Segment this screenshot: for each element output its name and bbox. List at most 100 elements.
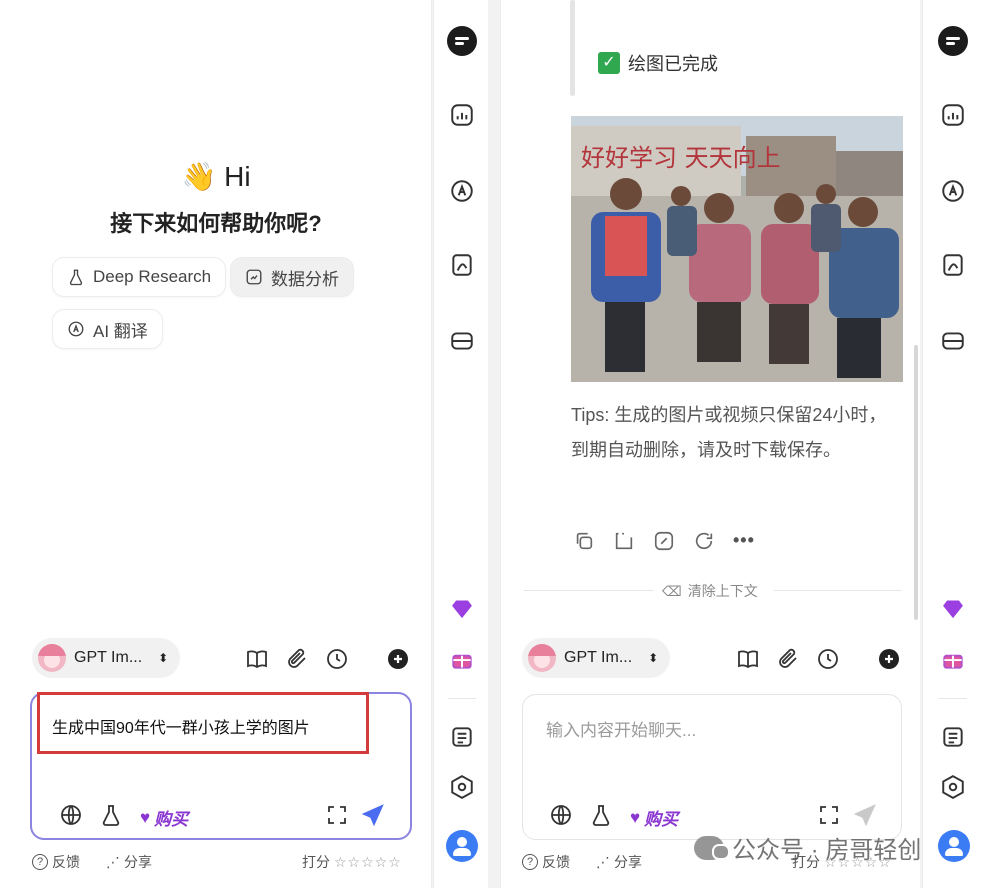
scrollbar[interactable]	[914, 345, 918, 620]
model-avatar	[528, 644, 556, 672]
vip-icon[interactable]	[447, 594, 477, 624]
translate-icon[interactable]	[938, 176, 968, 206]
feedback-link[interactable]: ? 反馈	[32, 852, 80, 872]
updown-icon: ⬍	[158, 651, 169, 665]
generated-image-drawing: 好好学习 天天向上	[571, 116, 903, 382]
new-chat-icon[interactable]	[385, 646, 411, 672]
notes-icon[interactable]	[447, 722, 477, 752]
divider-left	[524, 590, 654, 591]
edit-icon[interactable]	[653, 530, 677, 554]
book-icon[interactable]	[244, 646, 270, 672]
rail-divider	[448, 698, 476, 699]
chip-ai-translate[interactable]: AI 翻译	[52, 309, 163, 349]
clear-context-button[interactable]: ⌫ 清除上下文	[662, 581, 758, 601]
translate-icon	[68, 321, 84, 337]
send-icon[interactable]	[360, 802, 386, 828]
model-selector[interactable]: GPT Im... ⬍	[522, 638, 671, 678]
rating[interactable]: 打分 ☆☆☆☆☆	[302, 852, 402, 872]
right-sidebar-rail	[922, 0, 988, 888]
gift-icon[interactable]	[447, 644, 477, 674]
chat-icon[interactable]	[447, 26, 477, 56]
greeting: 👋 Hi	[0, 160, 432, 193]
chip-label: Deep Research	[93, 267, 212, 286]
model-name: GPT Im...	[74, 649, 143, 666]
diamond-icon: ♥	[630, 807, 641, 827]
flask-icon[interactable]	[98, 802, 124, 828]
history-icon[interactable]	[324, 646, 350, 672]
updown-icon: ⬍	[648, 651, 659, 665]
vip-icon[interactable]	[938, 594, 968, 624]
feedback-link[interactable]: ? 反馈	[522, 852, 570, 872]
new-chat-icon[interactable]	[876, 646, 902, 672]
share-link[interactable]: ⋰ 分享	[106, 852, 152, 872]
globe-icon[interactable]	[548, 802, 574, 828]
clear-context-label: 清除上下文	[687, 583, 758, 599]
model-name: GPT Im...	[564, 649, 633, 666]
chip-data-analysis[interactable]: 数据分析	[230, 257, 354, 297]
globe-icon[interactable]	[58, 802, 84, 828]
share-label: 分享	[614, 854, 642, 870]
wall-slogan: 好好学习 天天向上	[581, 144, 781, 172]
rating-label: 打分	[302, 854, 330, 870]
status-text: 绘图已完成	[628, 54, 718, 74]
translate-icon[interactable]	[447, 176, 477, 206]
scan-icon[interactable]	[938, 326, 968, 356]
copy-icon[interactable]	[573, 530, 597, 554]
quote-bar	[570, 0, 575, 96]
settings-icon[interactable]	[938, 772, 968, 802]
chat-icon[interactable]	[938, 26, 968, 56]
watermark-text: 公众号 · 房哥轻创	[732, 837, 922, 864]
notes-icon[interactable]	[938, 722, 968, 752]
history-icon[interactable]	[815, 646, 841, 672]
attach-icon[interactable]	[284, 646, 310, 672]
question-icon: ?	[32, 854, 48, 870]
drawing-complete-status: ✓ 绘图已完成	[598, 50, 718, 76]
feedback-label: 反馈	[542, 854, 570, 870]
more-icon[interactable]: •••	[733, 530, 757, 554]
pdf-icon[interactable]	[447, 250, 477, 280]
rating-stars[interactable]: ☆☆☆☆☆	[334, 854, 402, 871]
send-icon[interactable]	[852, 802, 878, 828]
settings-icon[interactable]	[447, 772, 477, 802]
buy-button[interactable]: ♥ 购买	[140, 805, 188, 830]
chip-deep-research[interactable]: Deep Research	[52, 257, 227, 297]
generated-image[interactable]: 好好学习 天天向上	[571, 116, 903, 382]
diamond-icon: ♥	[140, 807, 151, 827]
divider-right	[774, 590, 902, 591]
gift-icon[interactable]	[938, 644, 968, 674]
scan-icon[interactable]	[447, 326, 477, 356]
share-label: 分享	[124, 854, 152, 870]
buy-button[interactable]: ♥ 购买	[630, 805, 678, 830]
share-icon: ⋰	[106, 853, 120, 870]
book-icon[interactable]	[735, 646, 761, 672]
chip-label: AI 翻译	[93, 321, 148, 341]
feedback-label: 反馈	[52, 854, 80, 870]
share-link[interactable]: ⋰ 分享	[596, 852, 642, 872]
quote-icon[interactable]	[613, 530, 637, 554]
buy-label: 购买	[644, 810, 679, 829]
attach-icon[interactable]	[775, 646, 801, 672]
tips-text: Tips: 生成的图片或视频只保留24小时，到期自动删除，请及时下载保存。	[571, 405, 887, 460]
greeting-text: Hi	[224, 161, 251, 192]
check-icon: ✓	[598, 52, 620, 74]
prompt-text[interactable]: 生成中国90年代一群小孩上学的图片	[52, 714, 310, 738]
model-avatar	[38, 644, 66, 672]
user-avatar[interactable]	[938, 830, 970, 862]
chart-icon[interactable]	[938, 100, 968, 130]
chart-icon	[246, 269, 262, 285]
greeting-subtitle: 接下来如何帮助你呢?	[110, 211, 322, 236]
chart-icon[interactable]	[447, 100, 477, 130]
expand-icon[interactable]	[324, 802, 350, 828]
expand-icon[interactable]	[816, 802, 842, 828]
pdf-icon[interactable]	[938, 250, 968, 280]
regenerate-icon[interactable]	[693, 530, 717, 554]
model-selector[interactable]: GPT Im... ⬍	[32, 638, 181, 678]
flask-icon[interactable]	[588, 802, 614, 828]
watermark: 公众号 · 房哥轻创	[694, 830, 921, 865]
buy-label: 购买	[154, 810, 189, 829]
user-avatar[interactable]	[446, 830, 478, 862]
rail-divider	[939, 698, 967, 699]
eraser-icon: ⌫	[662, 582, 682, 599]
input-placeholder[interactable]: 输入内容开始聊天...	[546, 716, 696, 741]
flask-icon	[69, 269, 83, 286]
